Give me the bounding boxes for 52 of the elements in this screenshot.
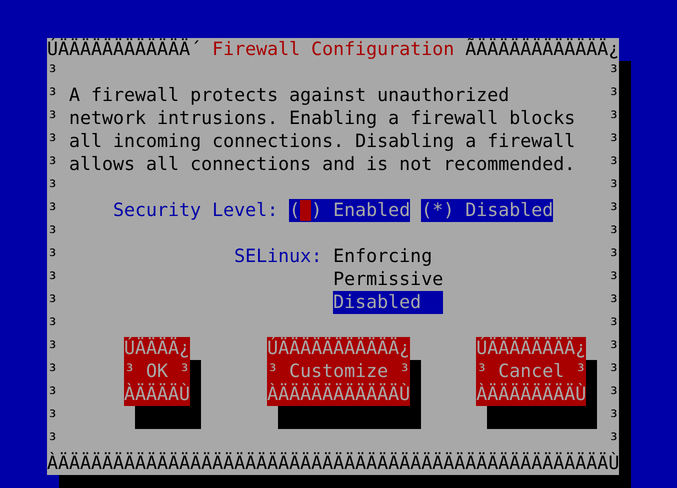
border-char: ³ — [47, 429, 58, 452]
border-char: ³ — [608, 406, 620, 429]
border-char: ³ — [608, 176, 620, 199]
border-char: ³ — [608, 107, 620, 130]
border-char: ³ — [608, 429, 620, 452]
description-text: network intrusions. Enabling a firewall blocks — [69, 107, 576, 130]
border-char: ³ — [47, 383, 58, 406]
border-char: ³ — [47, 245, 58, 268]
border-char: ³ — [47, 291, 58, 314]
border-char: ³ — [47, 130, 58, 153]
border-char: ³ — [47, 84, 58, 107]
border-line: ÀÄÄÄÄÄÄÄÄÄÄÄÄÄÄÄÄÄÄÄÄÄÄÄÄÄÄÄÄÄÄÄÄÄÄÄÄÄÄÄÄÄÄÄÄÄÄÄÄÄÄÙ — [47, 452, 620, 475]
border-char: ³ — [608, 337, 620, 360]
border-char: ³ — [608, 61, 620, 84]
list-item[interactable]: Permissive — [333, 268, 444, 291]
border-char: ³ — [47, 222, 58, 245]
border-char: ³ — [47, 199, 58, 222]
border-char: ³ — [47, 153, 58, 176]
dialog-button[interactable]: ÚÄÄÄÄÄÄÄÄÄÄÄ¿ ³ Customize ³ ÀÄÄÄÄÄÄÄÄÄÄÄÙ — [267, 337, 410, 406]
border-char: ³ — [47, 337, 58, 360]
border-char: ³ — [47, 268, 58, 291]
description-text: A firewall protects against unauthorized — [69, 84, 510, 107]
border-line: ÚÄÄÄÄÄÄÄÄÄÄÄÄ´ — [47, 38, 202, 61]
description-text: allows all connections and is not recommended. — [69, 153, 576, 176]
border-char: ³ — [608, 153, 620, 176]
border-char: ³ — [608, 130, 620, 153]
border-char: ³ — [608, 84, 620, 107]
border-char: ³ — [608, 245, 620, 268]
border-char: ³ — [608, 222, 620, 245]
dialog-button[interactable]: ÚÄÄÄÄ¿ ³ OK ³ ÀÄÄÄÄÙ — [124, 337, 190, 406]
border-char: ³ — [608, 314, 620, 337]
border-char: ³ — [608, 268, 620, 291]
border-char: ³ — [47, 360, 58, 383]
border-char: ³ — [608, 199, 620, 222]
border-line: ÃÄÄÄÄÄÄÄÄÄÄÄÄ¿ — [465, 38, 620, 61]
field-label: SELinux: — [234, 245, 322, 269]
radio-option[interactable]: (*) Disabled — [421, 199, 554, 222]
border-char: ³ — [47, 107, 58, 130]
border-char: ³ — [47, 314, 58, 337]
border-char: ³ — [47, 176, 58, 199]
list-item[interactable]: Disabled — [333, 291, 444, 314]
list-item[interactable]: Enforcing — [333, 245, 444, 268]
dialog-button[interactable]: ÚÄÄÄÄÄÄÄÄ¿ ³ Cancel ³ ÀÄÄÄÄÄÄÄÄÙ — [476, 337, 586, 406]
border-char: ³ — [608, 383, 620, 406]
radio-option[interactable]: ( ) Enabled — [289, 199, 410, 222]
border-char: ³ — [608, 360, 620, 383]
field-label: Security Level: — [113, 199, 278, 222]
border-char: ³ — [47, 406, 58, 429]
dialog-title: Firewall Configuration — [212, 38, 454, 61]
description-text: all incoming connections. Disabling a firewall — [69, 130, 576, 153]
border-char: ³ — [47, 61, 58, 84]
border-char: ³ — [608, 291, 620, 314]
